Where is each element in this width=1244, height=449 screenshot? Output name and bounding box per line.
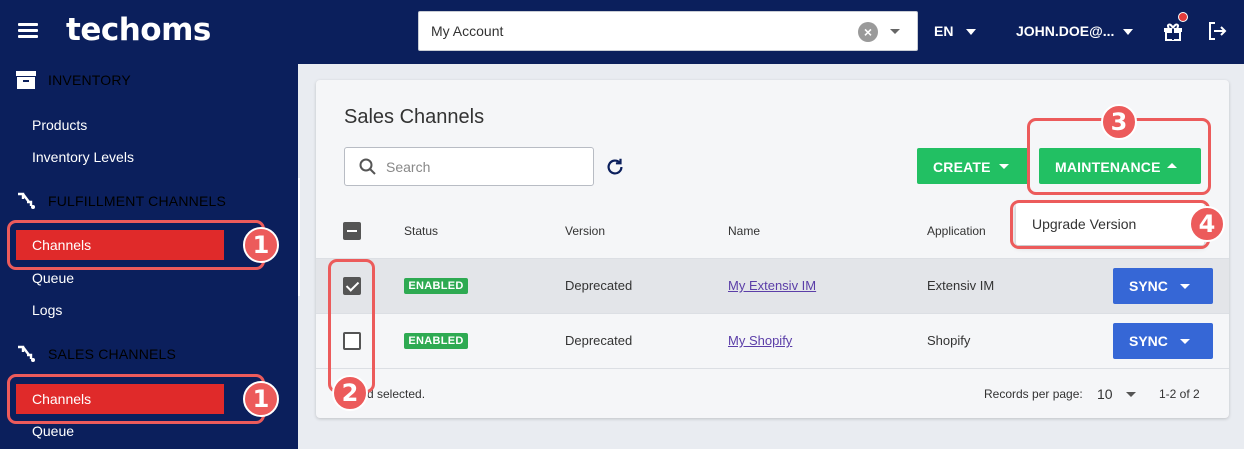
search-icon: [359, 158, 376, 175]
sync-button[interactable]: SYNC: [1113, 323, 1213, 359]
user-menu[interactable]: JOHN.DOE@...: [1016, 23, 1114, 39]
column-header-version[interactable]: Version: [565, 224, 605, 238]
divider: [316, 368, 1229, 369]
sync-button-label: SYNC: [1129, 278, 1168, 294]
gift-icon[interactable]: [1161, 19, 1185, 43]
annotation-highlight: [1010, 200, 1210, 249]
sidebar-section-sales-channels[interactable]: SALES CHANNELS: [16, 345, 176, 363]
status-badge: ENABLED: [404, 278, 468, 294]
records-per-page-select[interactable]: 10: [1097, 386, 1113, 402]
logout-icon[interactable]: [1205, 19, 1229, 43]
column-header-name[interactable]: Name: [728, 224, 760, 238]
records-per-page-label: Records per page:: [984, 387, 1083, 401]
search-input[interactable]: Search: [344, 147, 594, 186]
application-cell: Extensiv IM: [927, 278, 995, 293]
channels-icon: [18, 192, 35, 209]
top-bar: techoms My Account × EN JOHN.DOE@...: [0, 0, 1244, 64]
chevron-down-icon[interactable]: [966, 29, 976, 35]
chevron-down-icon[interactable]: [1126, 392, 1136, 397]
sidebar-section-label: SALES CHANNELS: [48, 346, 177, 362]
annotation-badge: 1: [243, 227, 279, 263]
sidebar-item-sales-queue[interactable]: Queue: [32, 423, 74, 439]
account-selector-value: My Account: [431, 23, 504, 39]
column-header-application[interactable]: Application: [927, 224, 986, 238]
annotation-badge: 4: [1189, 206, 1225, 242]
annotation-badge: 1: [243, 381, 279, 417]
version-cell: Deprecated: [565, 333, 633, 348]
channel-name-link[interactable]: My Extensiv IM: [728, 278, 816, 293]
column-header-status[interactable]: Status: [404, 224, 438, 238]
clear-icon[interactable]: ×: [858, 22, 878, 42]
channels-icon: [18, 345, 35, 362]
sidebar-section-inventory[interactable]: INVENTORY: [16, 71, 131, 89]
panel-divider: [298, 178, 300, 296]
refresh-icon[interactable]: [604, 156, 626, 178]
sidebar-section-label: FULFILLMENT CHANNELS: [48, 193, 227, 209]
annotation-badge: 2: [332, 375, 368, 411]
search-placeholder: Search: [386, 159, 431, 175]
status-badge: ENABLED: [404, 333, 468, 349]
page-title: Sales Channels: [344, 106, 485, 128]
version-cell: Deprecated: [565, 278, 633, 293]
application-cell: Shopify: [927, 333, 971, 348]
select-all-checkbox[interactable]: [343, 222, 361, 240]
sidebar-item-inventory-levels[interactable]: Inventory Levels: [32, 149, 134, 165]
create-button-label: CREATE: [933, 159, 991, 175]
annotation-highlight: [7, 374, 265, 424]
chevron-down-icon: [999, 164, 1009, 169]
sidebar-item-products[interactable]: Products: [32, 117, 87, 133]
chevron-down-icon: [1180, 339, 1190, 344]
divider: [316, 313, 1229, 314]
sidebar-section-label: INVENTORY: [48, 72, 131, 88]
language-selector[interactable]: EN: [934, 23, 953, 39]
app-logo: techoms: [66, 12, 211, 48]
sidebar-section-fulfillment-channels[interactable]: FULFILLMENT CHANNELS: [16, 192, 226, 210]
channel-name-link[interactable]: My Shopify: [728, 333, 792, 348]
annotation-badge: 3: [1101, 104, 1137, 140]
pagination-range: 1-2 of 2: [1159, 387, 1200, 401]
sync-button[interactable]: SYNC: [1113, 268, 1213, 304]
create-button[interactable]: CREATE: [917, 148, 1030, 184]
chevron-down-icon[interactable]: [890, 29, 900, 34]
archive-icon: [16, 71, 36, 89]
chevron-down-icon: [1180, 284, 1190, 289]
hamburger-menu-icon[interactable]: [18, 23, 38, 39]
notification-dot: [1178, 12, 1188, 22]
sync-button-label: SYNC: [1129, 333, 1168, 349]
chevron-down-icon[interactable]: [1123, 29, 1133, 35]
annotation-highlight: [7, 220, 265, 270]
annotation-highlight: [328, 259, 375, 393]
account-selector[interactable]: My Account ×: [418, 11, 918, 51]
sidebar-item-fulfillment-queue[interactable]: Queue: [32, 270, 74, 286]
selection-count: d selected.: [367, 387, 426, 401]
sidebar-item-logs[interactable]: Logs: [32, 302, 62, 318]
